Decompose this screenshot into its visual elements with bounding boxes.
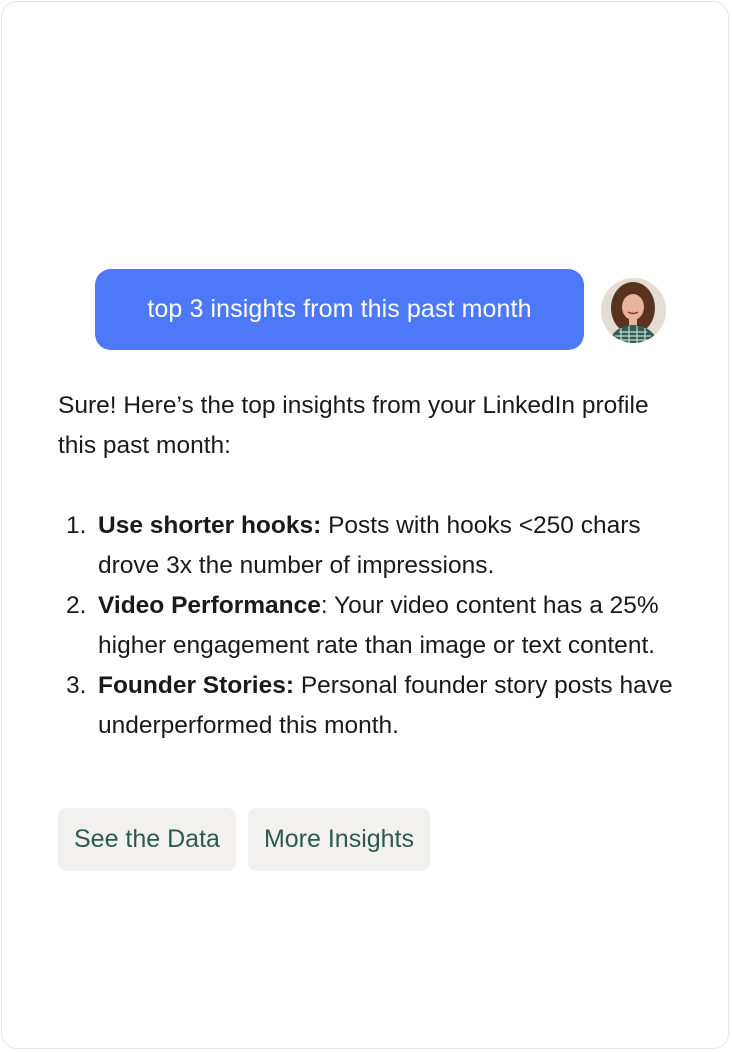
insight-item: 3. Founder Stories: Personal founder sto… (58, 666, 678, 746)
insight-body: Founder Stories: Personal founder story … (98, 666, 678, 746)
more-insights-button[interactable]: More Insights (247, 808, 430, 871)
see-the-data-button[interactable]: See the Data (58, 808, 236, 871)
insight-title: Use shorter hooks: (98, 512, 322, 539)
chat-card: top 3 insights from this past month Sure… (1, 1, 729, 1049)
assistant-intro-text: Sure! Here’s the top insights from your … (58, 392, 649, 459)
insight-number: 1. (66, 512, 87, 539)
insight-item: 2. Video Performance: Your video content… (58, 586, 678, 666)
assistant-message: Sure! Here’s the top insights from your … (58, 386, 678, 746)
insight-title: Video Performance (98, 592, 321, 619)
insight-item: 1. Use shorter hooks: Posts with hooks <… (58, 506, 678, 586)
insight-body: Video Performance: Your video content ha… (98, 586, 678, 666)
insight-body: Use shorter hooks: Posts with hooks <250… (98, 506, 678, 586)
action-buttons: See the Data More Insights (58, 808, 430, 871)
user-message-bubble: top 3 insights from this past month (95, 269, 584, 350)
insight-number: 2. (66, 592, 87, 619)
user-message-row: top 3 insights from this past month (95, 269, 584, 350)
insight-number: 3. (66, 672, 87, 699)
insight-title: Founder Stories: (98, 672, 295, 699)
insights-list: 1. Use shorter hooks: Posts with hooks <… (58, 506, 678, 746)
user-avatar (601, 278, 666, 343)
avatar-photo-icon (601, 278, 666, 343)
